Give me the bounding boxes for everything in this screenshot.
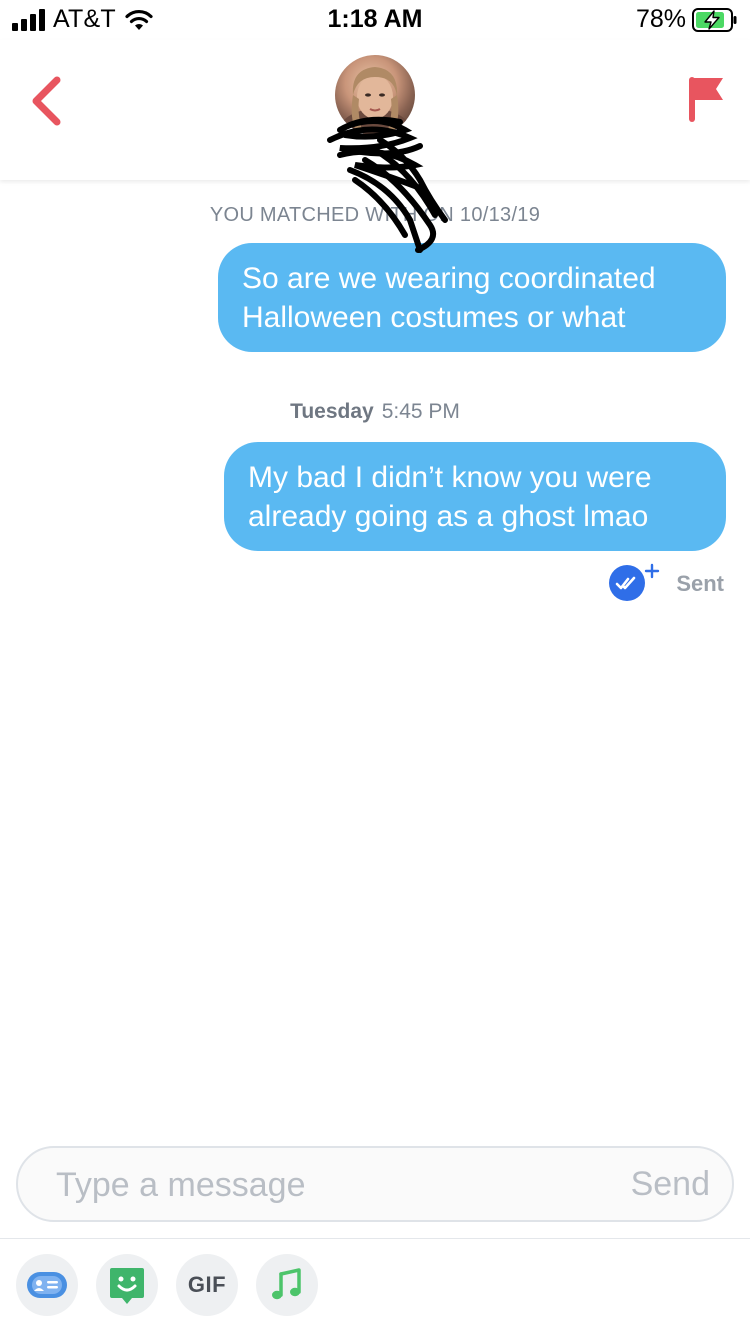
message-text: My bad I didn’t know you were already go… (248, 461, 652, 533)
contact-card-icon (27, 1272, 67, 1298)
toolbar-divider (0, 1238, 750, 1239)
message-status: Sent (676, 571, 724, 596)
timestamp-time: 5:45 PM (381, 400, 460, 423)
gif-button[interactable]: GIF (176, 1254, 238, 1316)
message-composer: Send (16, 1146, 734, 1222)
status-bar: AT&T 1:18 AM 78% (0, 0, 750, 40)
status-right: 78% (636, 5, 738, 34)
battery-percentage: 78% (635, 5, 686, 33)
composer-toolbar: GIF (16, 1254, 318, 1316)
report-flag-icon[interactable] (686, 74, 726, 124)
sticker-button[interactable] (96, 1254, 158, 1316)
sent-message-bubble[interactable]: So are we wearing coordinated Halloween … (218, 243, 726, 352)
contact-card-button[interactable] (16, 1254, 78, 1316)
read-receipt-icon[interactable] (608, 562, 660, 602)
message-text: So are we wearing coordinated Halloween … (242, 262, 656, 334)
name-redaction-scribble (327, 116, 448, 253)
gif-icon: GIF (187, 1272, 227, 1297)
timestamp-day: Tuesday (290, 400, 374, 423)
back-icon[interactable] (24, 74, 68, 128)
message-input[interactable] (54, 1148, 598, 1222)
send-button[interactable]: Send (631, 1165, 710, 1204)
sticker-icon (110, 1268, 144, 1304)
sent-message-bubble[interactable]: My bad I didn’t know you were already go… (224, 442, 726, 551)
music-button[interactable] (256, 1254, 318, 1316)
music-icon (272, 1268, 301, 1300)
message-timestamp: Tuesday 5:45 PM (0, 400, 750, 424)
battery-charging-icon (692, 7, 737, 32)
